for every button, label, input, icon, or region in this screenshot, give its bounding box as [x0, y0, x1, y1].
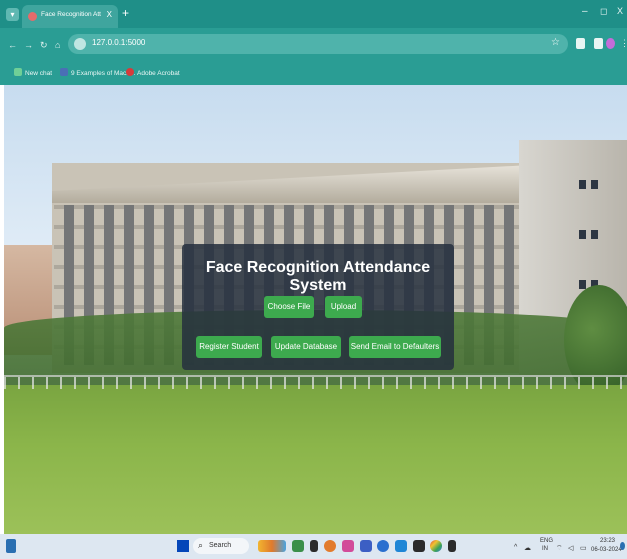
battery-icon[interactable]: ▭: [580, 544, 587, 552]
bookmark-acrobat[interactable]: Adobe Acrobat: [126, 68, 180, 77]
background-fence: [4, 375, 627, 389]
acrobat-icon: [126, 68, 134, 76]
back-icon[interactable]: ←: [8, 40, 17, 50]
app-icon[interactable]: [324, 540, 336, 552]
cloud-icon[interactable]: ☁: [524, 544, 531, 552]
site-info-icon[interactable]: [74, 38, 86, 50]
app-icon[interactable]: [377, 540, 389, 552]
bookmark-examples[interactable]: 9 Examples of Mach...: [60, 68, 135, 77]
register-student-button[interactable]: Register Student: [196, 336, 262, 358]
windows-start-icon[interactable]: [177, 540, 189, 552]
file-explorer-icon[interactable]: [310, 540, 318, 552]
widgets-icon[interactable]: [6, 539, 16, 553]
address-bar[interactable]: 127.0.0.1:5000 ☆: [68, 34, 568, 54]
app-icon[interactable]: [448, 540, 456, 552]
browser-tab[interactable]: Face Recognition Attendance X: [22, 5, 118, 28]
app-icon[interactable]: [413, 540, 425, 552]
app-icon[interactable]: [360, 540, 372, 552]
reload-icon[interactable]: ↻: [40, 40, 48, 51]
tab-close-icon[interactable]: X: [107, 10, 112, 19]
wifi-icon[interactable]: ⌔: [556, 544, 563, 553]
url-text[interactable]: 127.0.0.1:5000: [92, 38, 145, 47]
search-placeholder: Search: [209, 542, 232, 549]
update-database-button[interactable]: Update Database: [271, 336, 341, 358]
minimize-button[interactable]: –: [582, 6, 588, 17]
bookmark-star-icon[interactable]: ☆: [551, 37, 560, 48]
news-widget-icon[interactable]: [258, 540, 286, 552]
new-tab-button[interactable]: +: [122, 6, 129, 20]
forward-icon[interactable]: →: [24, 40, 33, 50]
chat-icon: [14, 68, 22, 76]
notification-icon[interactable]: [620, 542, 625, 550]
upload-button[interactable]: Upload: [325, 296, 362, 318]
profile-avatar[interactable]: [606, 38, 615, 49]
bookmark-new-chat[interactable]: New chat: [14, 68, 52, 77]
chrome-icon[interactable]: [430, 540, 442, 552]
app-icon[interactable]: [395, 540, 407, 552]
taskbar-search[interactable]: ⌕ Search: [193, 538, 249, 554]
page-title: Face Recognition Attendance System: [205, 259, 431, 294]
extension-icon[interactable]: [576, 38, 585, 49]
clock-time[interactable]: 23:23: [600, 538, 615, 544]
choose-file-button[interactable]: Choose File: [264, 296, 314, 318]
home-icon[interactable]: ⌂: [55, 40, 60, 50]
tab-title: Face Recognition Attendance: [41, 11, 101, 18]
chevron-up-icon[interactable]: ^: [514, 544, 517, 551]
language-region[interactable]: IN: [542, 546, 548, 552]
clock-date[interactable]: 06-03-2024: [591, 547, 622, 553]
background-lawn: [4, 385, 627, 534]
language-indicator[interactable]: ENG: [540, 538, 553, 544]
sidebar-icon[interactable]: [594, 38, 603, 49]
search-icon: ⌕: [198, 540, 204, 550]
close-window-button[interactable]: X: [617, 6, 623, 16]
menu-kebab-icon[interactable]: ⋮: [620, 38, 627, 49]
tab-search-icon[interactable]: ▾: [6, 8, 19, 21]
send-email-button[interactable]: Send Email to Defaulters: [349, 336, 441, 358]
article-icon: [60, 68, 68, 76]
maximize-button[interactable]: ◻: [600, 6, 607, 17]
tab-favicon-icon: [28, 12, 37, 21]
app-icon[interactable]: [342, 540, 354, 552]
app-icon[interactable]: [292, 540, 304, 552]
volume-icon[interactable]: ◁: [568, 544, 573, 552]
attendance-panel: Face Recognition Attendance System Choos…: [182, 244, 454, 370]
